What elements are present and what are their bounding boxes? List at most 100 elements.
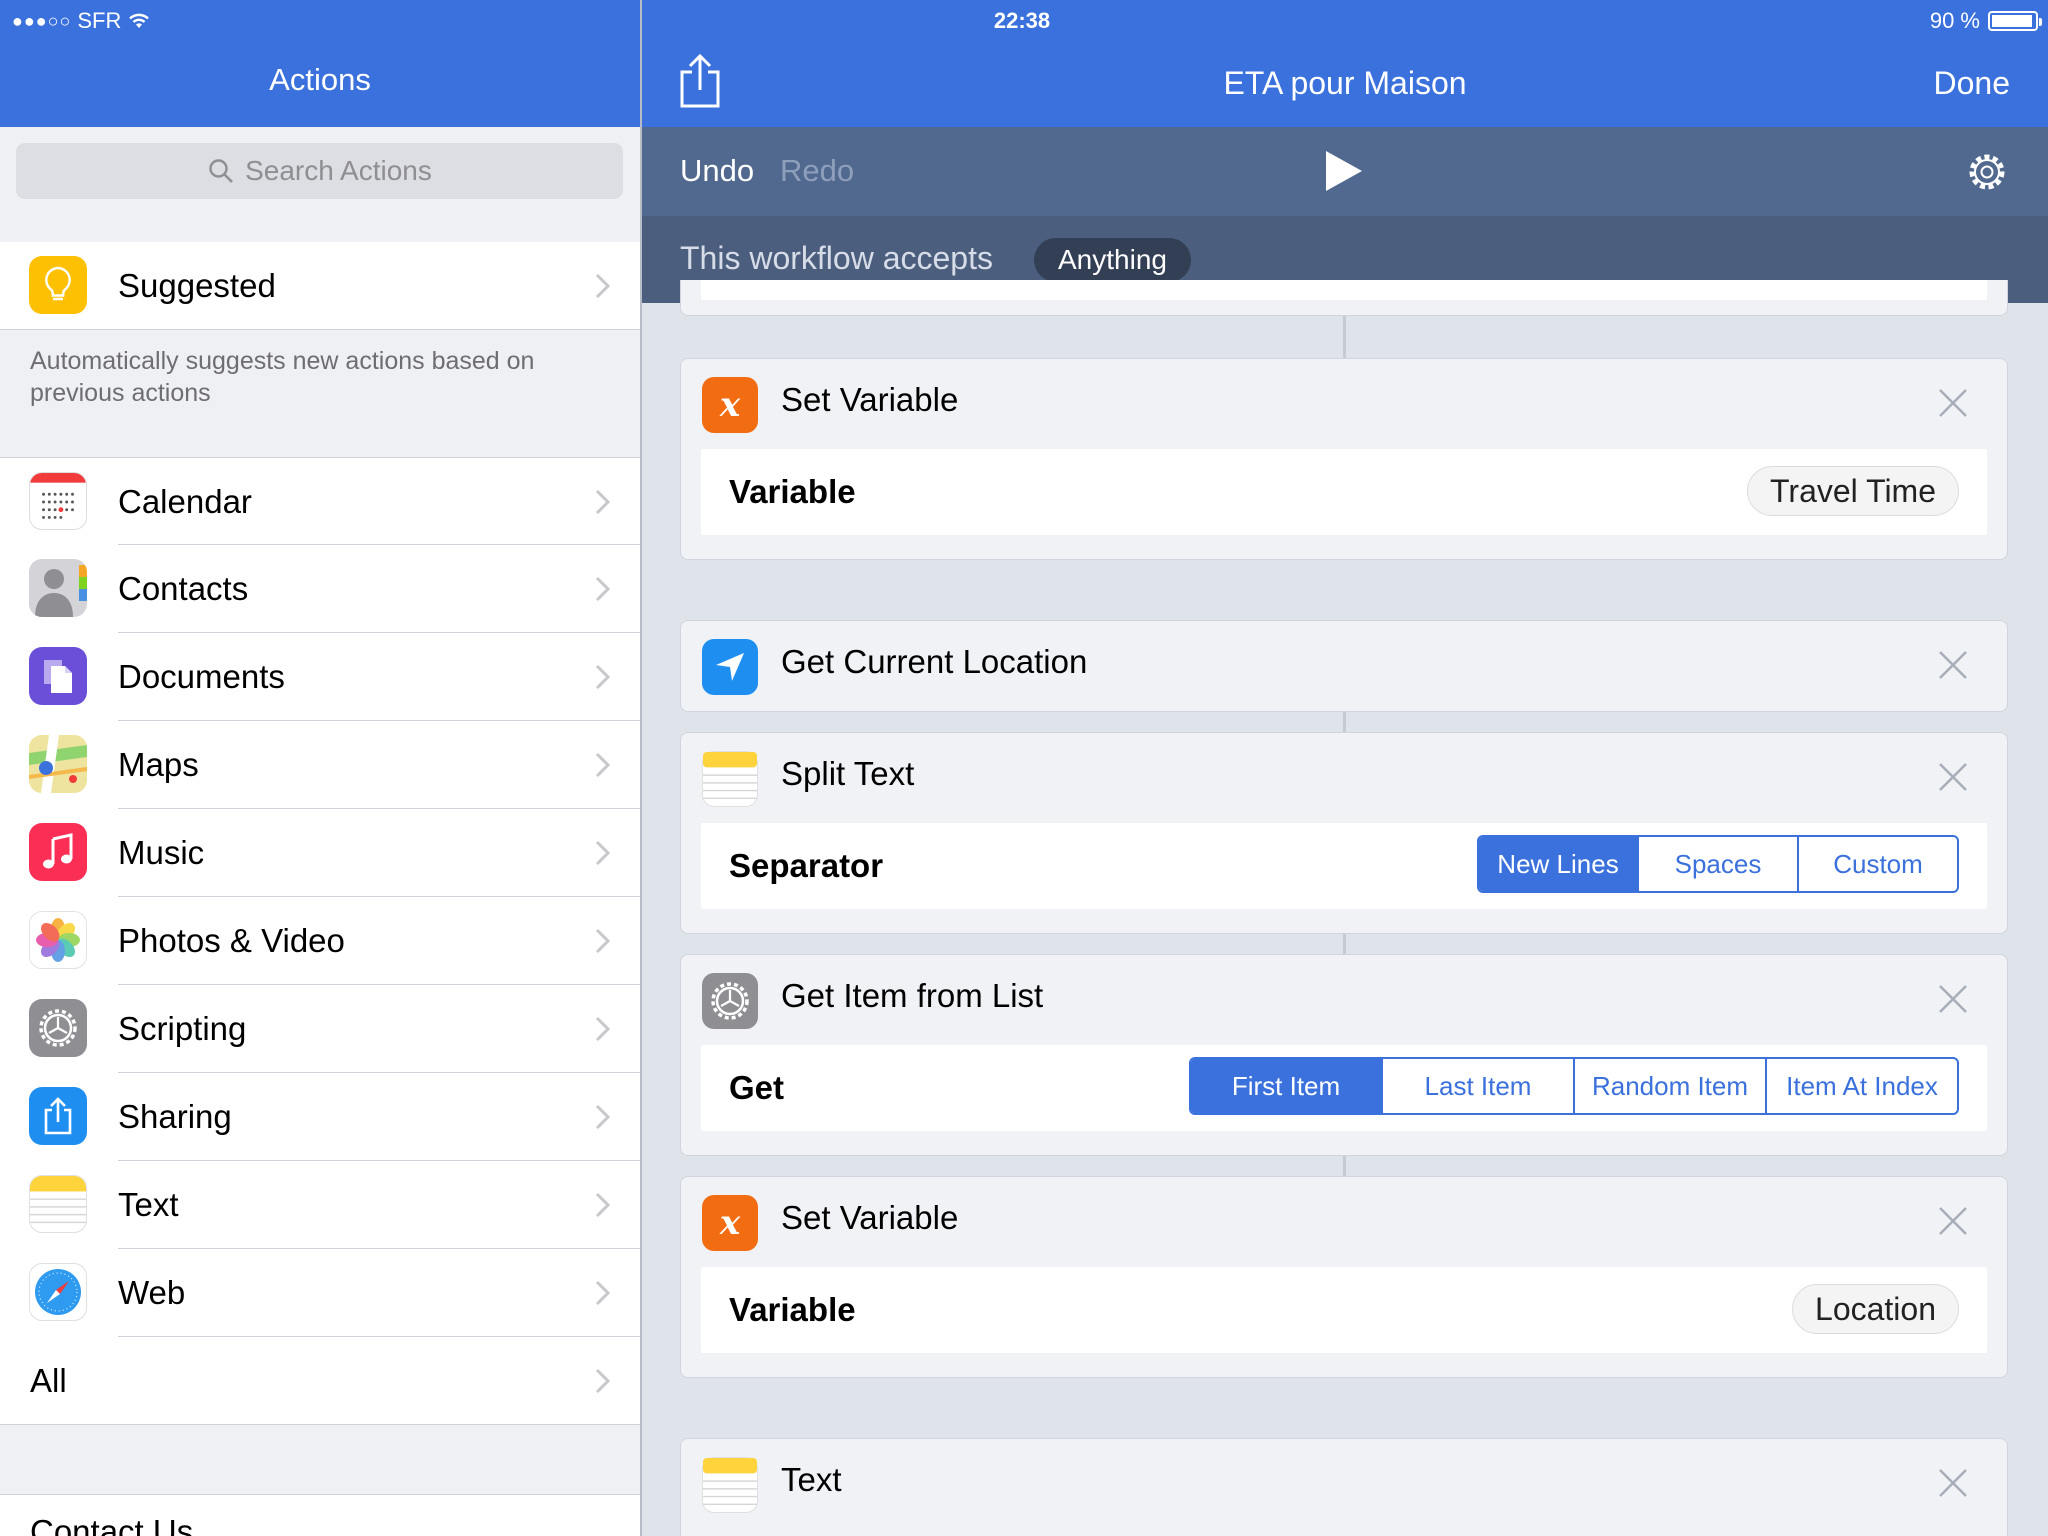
- sidebar-item-sharing[interactable]: Sharing: [0, 1073, 640, 1161]
- editor-header: 22:38 90 % ETA pour Maison Done: [642, 0, 2048, 127]
- notepad-icon: [702, 1457, 758, 1513]
- segment-item-at-index[interactable]: Item At Index: [1765, 1059, 1957, 1113]
- share-icon: [29, 1087, 87, 1145]
- contacts-icon: [29, 559, 87, 617]
- maps-icon: [29, 735, 87, 793]
- action-connector: [1343, 1156, 1346, 1176]
- redo-button[interactable]: Redo: [780, 153, 854, 189]
- sidebar-item-contacts[interactable]: Contacts: [0, 545, 640, 633]
- close-icon[interactable]: [1937, 1205, 1969, 1237]
- search-input[interactable]: Search Actions: [16, 143, 623, 199]
- segment-random-item[interactable]: Random Item: [1573, 1059, 1765, 1113]
- notepad-icon: [702, 751, 758, 807]
- chevron-right-icon: [595, 752, 611, 778]
- action-title: Text: [781, 1461, 842, 1498]
- sidebar-item-suggested[interactable]: Suggested: [0, 242, 640, 330]
- sidebar-item-label: Scripting: [118, 1010, 247, 1047]
- sidebar-item-photos-video[interactable]: Photos & Video: [0, 897, 640, 985]
- workflow-title[interactable]: ETA pour Maison: [642, 65, 2048, 102]
- sidebar-item-all[interactable]: All: [0, 1337, 640, 1425]
- sidebar-item-documents[interactable]: Documents: [0, 633, 640, 721]
- suggested-description: Automatically suggests new actions based…: [30, 347, 535, 407]
- parameter-row: Get First Item Last Item Random Item Ite…: [701, 1045, 1987, 1131]
- sidebar-item-label: Calendar: [118, 483, 252, 520]
- accepts-type-pill[interactable]: Anything: [1034, 238, 1191, 282]
- sidebar-item-music[interactable]: Music: [0, 809, 640, 897]
- sidebar-item-label: Maps: [118, 746, 199, 783]
- sidebar-header: ●●●○○ SFR Actions: [0, 0, 640, 127]
- close-icon[interactable]: [1937, 649, 1969, 681]
- segment-spaces[interactable]: Spaces: [1637, 837, 1797, 891]
- action-card-get-current-location[interactable]: Get Current Location: [680, 620, 2008, 712]
- contact-us-item[interactable]: Contact Us: [0, 1494, 640, 1536]
- lightbulb-icon: [29, 256, 87, 314]
- chevron-right-icon: [595, 1104, 611, 1130]
- variable-name-pill[interactable]: Travel Time: [1747, 466, 1959, 516]
- chevron-right-icon: [595, 1280, 611, 1306]
- chevron-right-icon: [595, 489, 611, 515]
- chevron-right-icon: [595, 664, 611, 690]
- chevron-right-icon: [595, 840, 611, 866]
- action-card-split-text[interactable]: Split Text Separator New Lines Spaces Cu…: [680, 732, 2008, 934]
- action-connector: [1343, 316, 1346, 358]
- action-card-get-item-from-list[interactable]: Get Item from List Get First Item Last I…: [680, 954, 2008, 1156]
- chevron-right-icon: [595, 1016, 611, 1042]
- chevron-right-icon: [595, 273, 611, 299]
- parameter-row: Variable Travel Time: [701, 449, 1987, 535]
- close-icon[interactable]: [1937, 761, 1969, 793]
- segment-custom[interactable]: Custom: [1797, 837, 1957, 891]
- play-icon[interactable]: [1324, 149, 1364, 193]
- search-area: Search Actions: [0, 127, 640, 242]
- undo-button[interactable]: Undo: [680, 153, 754, 189]
- parameter-label: Variable: [729, 473, 856, 510]
- sidebar-item-text[interactable]: Text: [0, 1161, 640, 1249]
- accepts-label: This workflow accepts: [680, 240, 993, 276]
- variable-x-icon: x: [702, 377, 758, 433]
- done-button[interactable]: Done: [1934, 65, 2011, 102]
- action-card-set-variable[interactable]: x Set Variable Variable Location: [680, 1176, 2008, 1378]
- battery-status: 90 %: [1930, 8, 2042, 34]
- close-icon[interactable]: [1937, 387, 1969, 419]
- sidebar-item-web[interactable]: Web: [0, 1249, 640, 1337]
- separator-segmented-control: New Lines Spaces Custom: [1477, 835, 1959, 893]
- action-card-text[interactable]: Text: [680, 1438, 2008, 1536]
- sidebar-item-label: Photos & Video: [118, 922, 345, 959]
- sidebar-item-maps[interactable]: Maps: [0, 721, 640, 809]
- status-time: 22:38: [993, 8, 1051, 33]
- location-arrow-icon: [702, 639, 758, 695]
- chevron-right-icon: [595, 928, 611, 954]
- sidebar-item-calendar[interactable]: Calendar: [0, 457, 640, 545]
- music-note-icon: [29, 823, 87, 881]
- carrier-name: SFR: [77, 8, 122, 33]
- chevron-right-icon: [595, 576, 611, 602]
- gear-icon[interactable]: [1966, 151, 2008, 193]
- sidebar-title: Actions: [269, 62, 371, 97]
- parameter-label: Variable: [729, 1291, 856, 1328]
- action-card-set-variable[interactable]: x Set Variable Variable Travel Time: [680, 358, 2008, 560]
- scripting-gear-icon: [702, 973, 758, 1029]
- action-connector: [1343, 712, 1346, 732]
- action-connector: [1343, 934, 1346, 954]
- sidebar-item-label: Web: [118, 1274, 186, 1311]
- actions-sidebar: ●●●○○ SFR Actions Search Actions Suggest…: [0, 0, 640, 1536]
- close-icon[interactable]: [1937, 983, 1969, 1015]
- chevron-right-icon: [595, 1368, 611, 1394]
- close-icon[interactable]: [1937, 1467, 1969, 1499]
- sidebar-item-label: Music: [118, 834, 205, 871]
- segment-last-item[interactable]: Last Item: [1381, 1059, 1573, 1113]
- action-card-partial: [680, 280, 2008, 316]
- notepad-icon: [29, 1175, 87, 1233]
- segment-first-item[interactable]: First Item: [1191, 1059, 1381, 1113]
- wifi-icon: [129, 13, 150, 28]
- sidebar-item-label: Suggested: [118, 267, 276, 304]
- segment-new-lines[interactable]: New Lines: [1479, 837, 1637, 891]
- photos-icon: [29, 911, 87, 969]
- parameter-row: Variable Location: [701, 1267, 1987, 1353]
- editor-toolbar: Undo Redo: [642, 127, 2048, 216]
- sidebar-item-label: Documents: [118, 658, 285, 695]
- variable-name-pill[interactable]: Location: [1792, 1284, 1959, 1334]
- sidebar-item-label: Sharing: [118, 1098, 232, 1135]
- search-icon: [209, 159, 234, 183]
- scripting-gear-icon: [29, 999, 87, 1057]
- sidebar-item-scripting[interactable]: Scripting: [0, 985, 640, 1073]
